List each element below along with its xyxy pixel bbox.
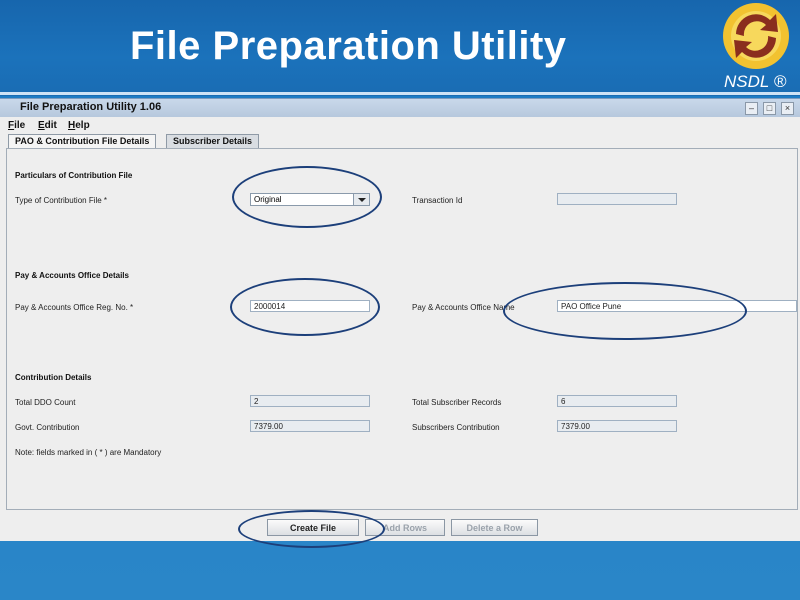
menu-edit-label: dit <box>44 120 57 131</box>
slide-title: File Preparation Utility <box>130 24 567 68</box>
tab-subscriber-details[interactable]: Subscriber Details <box>166 134 260 148</box>
maximize-button[interactable]: □ <box>763 102 776 115</box>
window-titlebar[interactable]: File Preparation Utility 1.06 – □ × <box>0 99 800 117</box>
menu-help-label: elp <box>75 120 90 131</box>
menu-file-label: ile <box>14 120 26 131</box>
close-button[interactable]: × <box>781 102 794 115</box>
menu-edit[interactable]: Edit <box>38 120 57 131</box>
ddo-count-field: 2 <box>250 395 370 407</box>
tab-pao-contribution[interactable]: PAO & Contribution File Details <box>8 134 157 148</box>
mandatory-note: Note: fields marked in ( * ) are Mandato… <box>15 448 162 457</box>
transaction-id-field[interactable] <box>557 193 677 205</box>
ddo-count-label: Total DDO Count <box>15 398 76 407</box>
banner-divider <box>0 92 800 95</box>
menu-bar: File Edit Help <box>0 119 800 133</box>
section-heading-contribution: Contribution Details <box>15 373 92 382</box>
window-title: File Preparation Utility 1.06 <box>20 101 162 113</box>
subscribers-contribution-field: 7379.00 <box>557 420 677 432</box>
delete-row-button[interactable]: Delete a Row <box>451 519 538 536</box>
govt-contribution-field: 7379.00 <box>250 420 370 432</box>
menu-edit-mnemonic: E <box>38 120 45 131</box>
section-heading-particulars: Particulars of Contribution File <box>15 171 133 180</box>
pao-name-label: Pay & Accounts Office Name <box>412 303 515 312</box>
type-of-file-label: Type of Contribution File * <box>15 196 108 205</box>
transaction-id-label: Transaction Id <box>412 196 463 205</box>
minimize-button[interactable]: – <box>745 102 758 115</box>
highlight-ellipse-type <box>232 166 382 228</box>
menu-file[interactable]: File <box>8 120 25 131</box>
pao-reg-no-label: Pay & Accounts Office Reg. No. * <box>15 303 134 312</box>
govt-contribution-label: Govt. Contribution <box>15 423 80 432</box>
highlight-ellipse-create-file <box>238 510 385 548</box>
highlight-ellipse-pao-name <box>503 282 747 340</box>
button-bar: Create File Add Rows Delete a Row <box>0 517 800 539</box>
subscriber-records-field: 6 <box>557 395 677 407</box>
highlight-ellipse-reg-no <box>230 278 380 336</box>
subscribers-contribution-label: Subscribers Contribution <box>412 423 500 432</box>
subscriber-records-label: Total Subscriber Records <box>412 398 502 407</box>
nsdl-logo-text: NSDL ® <box>724 72 787 91</box>
nsdl-logo-icon <box>723 3 789 69</box>
menu-help[interactable]: Help <box>68 120 90 131</box>
section-heading-pao: Pay & Accounts Office Details <box>15 271 129 280</box>
